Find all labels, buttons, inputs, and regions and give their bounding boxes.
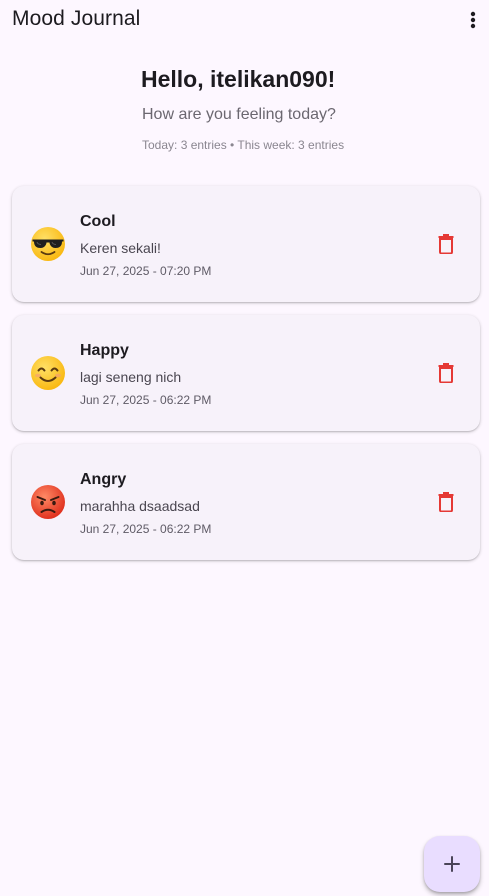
app-bar: Mood Journal [0, 0, 489, 40]
mood-label: Angry [80, 471, 127, 488]
trash-icon [438, 363, 454, 383]
delete-entry-button[interactable] [436, 233, 456, 255]
greeting-text: Hello, itelikan090! [141, 66, 336, 92]
app-screen: Mood Journal Hello, itelikan090! How are… [0, 0, 489, 896]
mood-timestamp: Jun 27, 2025 - 06:22 PM [80, 522, 212, 536]
mood-note: marahha dsaadsad [80, 498, 200, 514]
delete-entry-button[interactable] [436, 491, 456, 513]
entry-stats: Today: 3 entries • This week: 3 entries [142, 138, 345, 152]
mood-timestamp: Jun 27, 2025 - 07:20 PM [80, 264, 212, 278]
greeting-subtitle: How are you feeling today? [142, 106, 336, 123]
mood-entry-card[interactable]: Angry marahha dsaadsad Jun 27, 2025 - 06… [12, 444, 480, 560]
app-title: Mood Journal [12, 7, 141, 30]
mood-entry-card[interactable]: Cool Keren sekali! Jun 27, 2025 - 07:20 … [12, 186, 480, 302]
mood-entry-card[interactable]: Happy lagi seneng nich Jun 27, 2025 - 06… [12, 315, 480, 431]
more-menu-button[interactable] [461, 6, 485, 34]
mood-label: Cool [80, 213, 116, 230]
delete-entry-button[interactable] [436, 362, 456, 384]
plus-icon [444, 856, 460, 872]
sunglasses-face-icon [28, 224, 68, 264]
mood-label: Happy [80, 342, 129, 359]
mood-note: Keren sekali! [80, 240, 161, 256]
more-vert-icon [470, 11, 476, 29]
smiling-face-icon [28, 353, 68, 393]
mood-note: lagi seneng nich [80, 369, 182, 385]
mood-timestamp: Jun 27, 2025 - 06:22 PM [80, 393, 212, 407]
trash-icon [438, 492, 454, 512]
trash-icon [438, 234, 454, 254]
add-entry-button[interactable] [424, 836, 480, 892]
angry-face-icon [28, 482, 68, 522]
